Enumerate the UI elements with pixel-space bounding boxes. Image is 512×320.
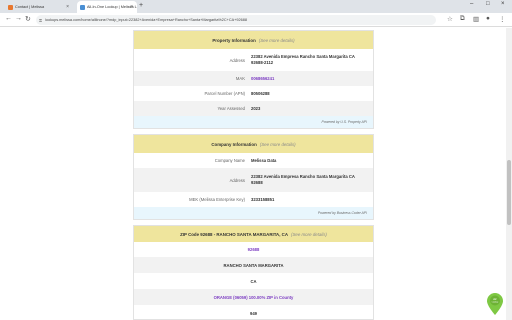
- reload-icon[interactable]: ↻: [25, 15, 31, 23]
- see-more-details-link[interactable]: (See more details): [260, 142, 296, 147]
- property-row-address: Address 22382 Avenida Empresa Rancho San…: [134, 49, 373, 71]
- powered-by-property-api[interactable]: Powered by U.S. Property API: [134, 116, 373, 128]
- section-title: Property Information: [212, 37, 256, 43]
- close-tab-icon[interactable]: ×: [66, 4, 69, 10]
- row-label: Parcel Number (APN): [204, 91, 246, 96]
- forward-icon[interactable]: →: [15, 15, 22, 22]
- zip-code-card: ZIP Code 92688 - RANCHO SANTA MARGARITA,…: [133, 225, 374, 320]
- site-info-icon[interactable]: ⚿: [39, 18, 42, 23]
- new-tab-icon[interactable]: +: [139, 2, 143, 9]
- menu-icon[interactable]: ⋮: [499, 15, 506, 23]
- row-label: Company Name: [214, 158, 245, 163]
- toolbar: ← → ↻ ⚿ lookups.melissa.com/home/alllino…: [0, 13, 512, 27]
- row-value: 80506288: [251, 90, 270, 96]
- row-value: 2023: [251, 105, 261, 111]
- section-title: Company Information: [211, 141, 257, 147]
- property-information-card: Property Information (See more details) …: [133, 30, 374, 129]
- mak-link[interactable]: 0068656241: [251, 76, 373, 82]
- row-value: 3233158851: [251, 196, 275, 202]
- tab-all-in-one-lookup[interactable]: All-In-One Lookup | Melissa L ×: [77, 1, 137, 13]
- property-row-parcel-number: Parcel Number (APN) 80506288: [134, 86, 373, 101]
- minimize-icon[interactable]: –: [470, 1, 473, 7]
- zip-city: RANCHO SANTA MARGARITA: [134, 257, 373, 273]
- back-icon[interactable]: ←: [5, 15, 12, 22]
- close-window-icon[interactable]: ×: [501, 1, 505, 7]
- property-information-header: Property Information (See more details): [134, 31, 373, 49]
- zip-state: CA: [134, 273, 373, 289]
- tab-strip: Contact | Melissa × All-In-One Lookup | …: [0, 0, 512, 13]
- row-label: Address: [229, 57, 245, 63]
- address-bar[interactable]: ⚿ lookups.melissa.com/home/alllinone/?md…: [36, 15, 436, 25]
- tab-contact[interactable]: Contact | Melissa ×: [5, 1, 73, 13]
- url-text: lookups.melissa.com/home/alllinone/?mdp_…: [45, 18, 247, 22]
- zip-area-code: 949: [134, 305, 373, 319]
- company-row-name: Company Name Melissa Data: [134, 153, 373, 168]
- melissa-favicon-icon: [80, 4, 85, 10]
- company-row-address: Address 22382 Avenida Empresa Rancho San…: [134, 168, 373, 192]
- row-value: Melissa Data: [251, 157, 277, 163]
- zip-lookup-pin-icon[interactable]: ZIP Lookup: [487, 293, 503, 315]
- sidebar-icon[interactable]: ▥: [473, 15, 479, 23]
- row-label: Year Assessed: [217, 106, 245, 111]
- property-row-year-assessed: Year Assessed 2023: [134, 101, 373, 116]
- maximize-icon[interactable]: □: [486, 1, 490, 7]
- section-title: ZIP Code 92688 - RANCHO SANTA MARGARITA,…: [180, 231, 289, 237]
- zip-link[interactable]: 92688: [134, 242, 373, 257]
- tab-title: Contact | Melissa: [15, 5, 45, 9]
- row-label: MAK: [235, 76, 245, 81]
- scrollbar-thumb[interactable]: [507, 160, 511, 225]
- company-information-header: Company Information (See more details): [134, 135, 373, 153]
- bookmark-star-icon[interactable]: ☆: [447, 15, 453, 23]
- zip-code-header: ZIP Code 92688 - RANCHO SANTA MARGARITA,…: [134, 226, 373, 242]
- powered-by-business-coder-api[interactable]: Powered by Business Coder API: [134, 207, 373, 219]
- zip-county-link[interactable]: ORANGE (06059) 100.00% ZIP in County: [134, 289, 373, 305]
- company-information-card: Company Information (See more details) C…: [133, 134, 374, 220]
- property-row-mak: MAK 0068656241: [134, 71, 373, 86]
- close-tab-icon[interactable]: ×: [130, 4, 133, 10]
- melissa-favicon-icon: [8, 4, 13, 10]
- row-label: Address: [229, 177, 245, 183]
- row-value: 22382 Avenida Empresa Rancho Santa Marga…: [251, 54, 355, 65]
- see-more-details-link[interactable]: (See more details): [291, 232, 327, 237]
- pin-sublabel: Lookup: [492, 302, 499, 304]
- company-row-mek: MEK (Melissa Enterprise Key) 3233158851: [134, 192, 373, 207]
- extensions-icon[interactable]: ⧉: [460, 15, 465, 23]
- see-more-details-link[interactable]: (See more details): [259, 38, 295, 43]
- row-label: MEK (Melissa Enterprise Key): [189, 197, 245, 202]
- profile-icon[interactable]: ●: [486, 15, 490, 22]
- row-value: 22382 Avenida Empresa Rancho Santa Marga…: [251, 174, 355, 185]
